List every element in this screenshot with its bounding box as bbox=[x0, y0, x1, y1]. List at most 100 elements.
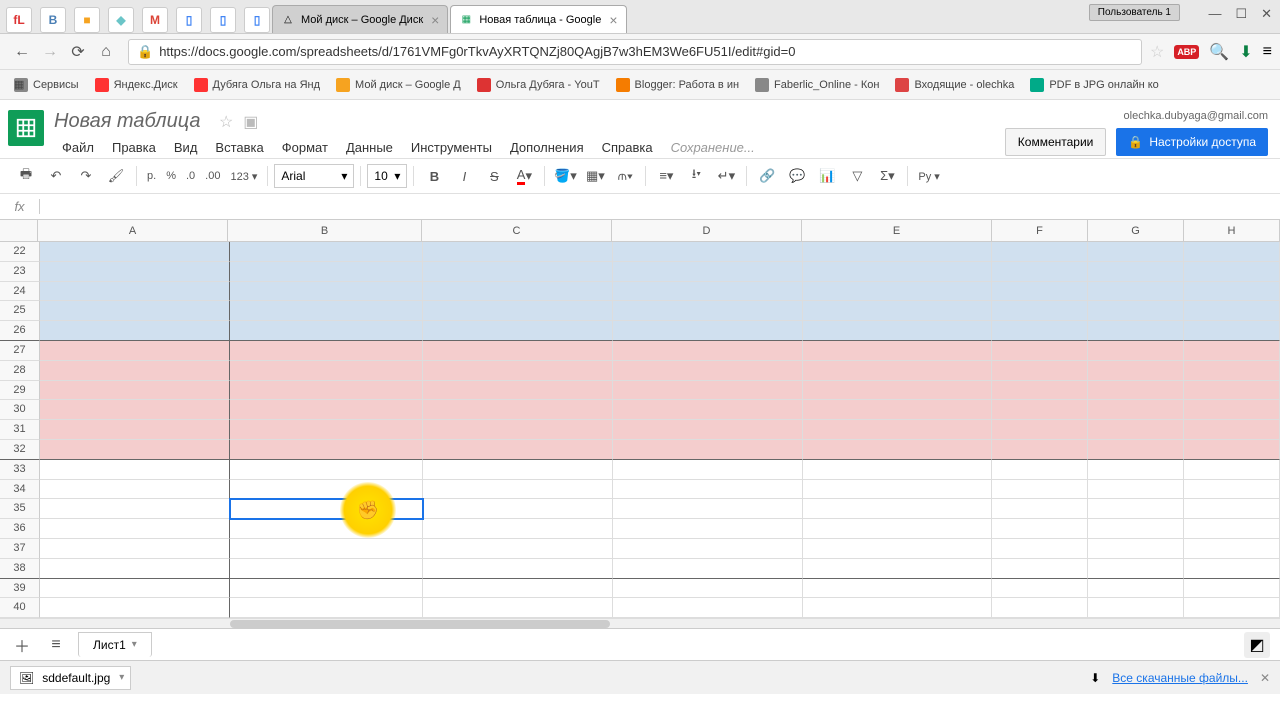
row-header[interactable]: 38 bbox=[0, 559, 40, 579]
cell[interactable] bbox=[230, 301, 424, 321]
cell[interactable] bbox=[40, 242, 230, 262]
cell[interactable] bbox=[613, 282, 803, 302]
cell[interactable] bbox=[1088, 242, 1184, 262]
cell[interactable] bbox=[1088, 361, 1184, 381]
cell[interactable] bbox=[423, 519, 613, 539]
comments-button[interactable]: Комментарии bbox=[1005, 128, 1107, 156]
cell[interactable] bbox=[1184, 242, 1280, 262]
cell[interactable] bbox=[613, 400, 803, 420]
paint-format-button[interactable]: 🖌 bbox=[102, 163, 130, 189]
search-icon[interactable]: 🔍 bbox=[1209, 42, 1229, 62]
cell[interactable] bbox=[1184, 400, 1280, 420]
cell[interactable] bbox=[40, 460, 230, 480]
cell[interactable] bbox=[613, 361, 803, 381]
row-header[interactable]: 30 bbox=[0, 400, 40, 420]
row-header[interactable]: 36 bbox=[0, 519, 40, 539]
increase-decimal-button[interactable]: .00 bbox=[201, 170, 224, 182]
scrollbar-thumb[interactable] bbox=[230, 620, 610, 628]
row-header[interactable]: 25 bbox=[0, 301, 40, 321]
cell[interactable] bbox=[1184, 519, 1280, 539]
cell[interactable] bbox=[1088, 321, 1184, 341]
menu-file[interactable]: Файл bbox=[54, 137, 102, 158]
cell[interactable] bbox=[1184, 499, 1280, 519]
undo-button[interactable]: ↶ bbox=[42, 163, 70, 189]
cell[interactable] bbox=[40, 282, 230, 302]
cell[interactable] bbox=[1088, 579, 1184, 599]
close-window-icon[interactable]: ✕ bbox=[1261, 6, 1272, 22]
borders-button[interactable]: ▦▾ bbox=[581, 163, 609, 189]
user-email[interactable]: olechka.dubyaga@gmail.com bbox=[1005, 110, 1268, 122]
row-header[interactable]: 39 bbox=[0, 579, 40, 599]
cell[interactable] bbox=[803, 282, 993, 302]
row-header[interactable]: 35 bbox=[0, 499, 40, 519]
cell[interactable] bbox=[230, 341, 424, 361]
cell[interactable] bbox=[40, 598, 230, 618]
cell[interactable] bbox=[423, 598, 613, 618]
cell[interactable] bbox=[230, 321, 424, 341]
cell[interactable] bbox=[1088, 341, 1184, 361]
cell[interactable] bbox=[992, 579, 1088, 599]
app-icon-ok[interactable]: ■ bbox=[74, 7, 100, 33]
cell[interactable] bbox=[423, 341, 613, 361]
strikethrough-button[interactable]: S bbox=[480, 163, 508, 189]
cell[interactable] bbox=[992, 539, 1088, 559]
cell[interactable] bbox=[40, 301, 230, 321]
cell[interactable] bbox=[40, 559, 230, 579]
cell[interactable] bbox=[803, 480, 993, 500]
cell[interactable] bbox=[613, 499, 803, 519]
cell[interactable] bbox=[992, 400, 1088, 420]
cell[interactable] bbox=[1184, 341, 1280, 361]
cell[interactable] bbox=[803, 499, 993, 519]
cell[interactable] bbox=[40, 579, 230, 599]
functions-button[interactable]: Σ▾ bbox=[873, 163, 901, 189]
app-icon-doc2[interactable]: ▯ bbox=[210, 7, 236, 33]
row-header[interactable]: 26 bbox=[0, 321, 40, 341]
cell[interactable] bbox=[992, 341, 1088, 361]
cell[interactable] bbox=[613, 341, 803, 361]
cell[interactable] bbox=[1088, 400, 1184, 420]
comment-button[interactable]: 💬 bbox=[783, 163, 811, 189]
row-header[interactable]: 37 bbox=[0, 539, 40, 559]
cell[interactable] bbox=[423, 301, 613, 321]
cell[interactable] bbox=[423, 499, 613, 519]
cell[interactable] bbox=[803, 400, 993, 420]
bold-button[interactable]: B bbox=[420, 163, 448, 189]
merge-button[interactable]: ⫙▾ bbox=[611, 163, 639, 189]
cell[interactable] bbox=[423, 440, 613, 460]
cell[interactable] bbox=[423, 321, 613, 341]
row-header[interactable]: 24 bbox=[0, 282, 40, 302]
cell[interactable] bbox=[1184, 539, 1280, 559]
cell[interactable] bbox=[40, 321, 230, 341]
cell[interactable] bbox=[1184, 321, 1280, 341]
column-header-e[interactable]: E bbox=[802, 220, 992, 241]
cell[interactable] bbox=[803, 381, 993, 401]
app-icon-doc3[interactable]: ▯ bbox=[244, 7, 270, 33]
cell[interactable] bbox=[1184, 579, 1280, 599]
text-color-button[interactable]: A ▾ bbox=[510, 163, 538, 189]
column-header-h[interactable]: H bbox=[1184, 220, 1280, 241]
link-button[interactable]: 🔗 bbox=[753, 163, 781, 189]
cell[interactable] bbox=[40, 262, 230, 282]
row-header[interactable]: 29 bbox=[0, 381, 40, 401]
fill-color-button[interactable]: 🪣▾ bbox=[551, 163, 579, 189]
row-header[interactable]: 40 bbox=[0, 598, 40, 618]
cell[interactable] bbox=[1184, 262, 1280, 282]
cell[interactable] bbox=[1088, 519, 1184, 539]
cell[interactable] bbox=[230, 480, 424, 500]
row-header[interactable]: 23 bbox=[0, 262, 40, 282]
cell[interactable] bbox=[803, 598, 993, 618]
menu-insert[interactable]: Вставка bbox=[207, 137, 271, 158]
v-align-button[interactable]: ⭳▾ bbox=[682, 163, 710, 189]
cell[interactable] bbox=[613, 262, 803, 282]
cell[interactable] bbox=[230, 579, 424, 599]
add-sheet-button[interactable]: ＋ bbox=[10, 633, 34, 657]
abp-icon[interactable]: ABP bbox=[1174, 45, 1199, 59]
print-button[interactable]: 🖶 bbox=[12, 163, 40, 189]
cell[interactable] bbox=[992, 242, 1088, 262]
document-title[interactable]: Новая таблица bbox=[54, 110, 200, 132]
chrome-profile-badge[interactable]: Пользователь 1 bbox=[1089, 4, 1180, 21]
row-header[interactable]: 32 bbox=[0, 440, 40, 460]
formula-input[interactable] bbox=[40, 194, 1280, 219]
cell[interactable] bbox=[423, 579, 613, 599]
cell[interactable] bbox=[803, 341, 993, 361]
